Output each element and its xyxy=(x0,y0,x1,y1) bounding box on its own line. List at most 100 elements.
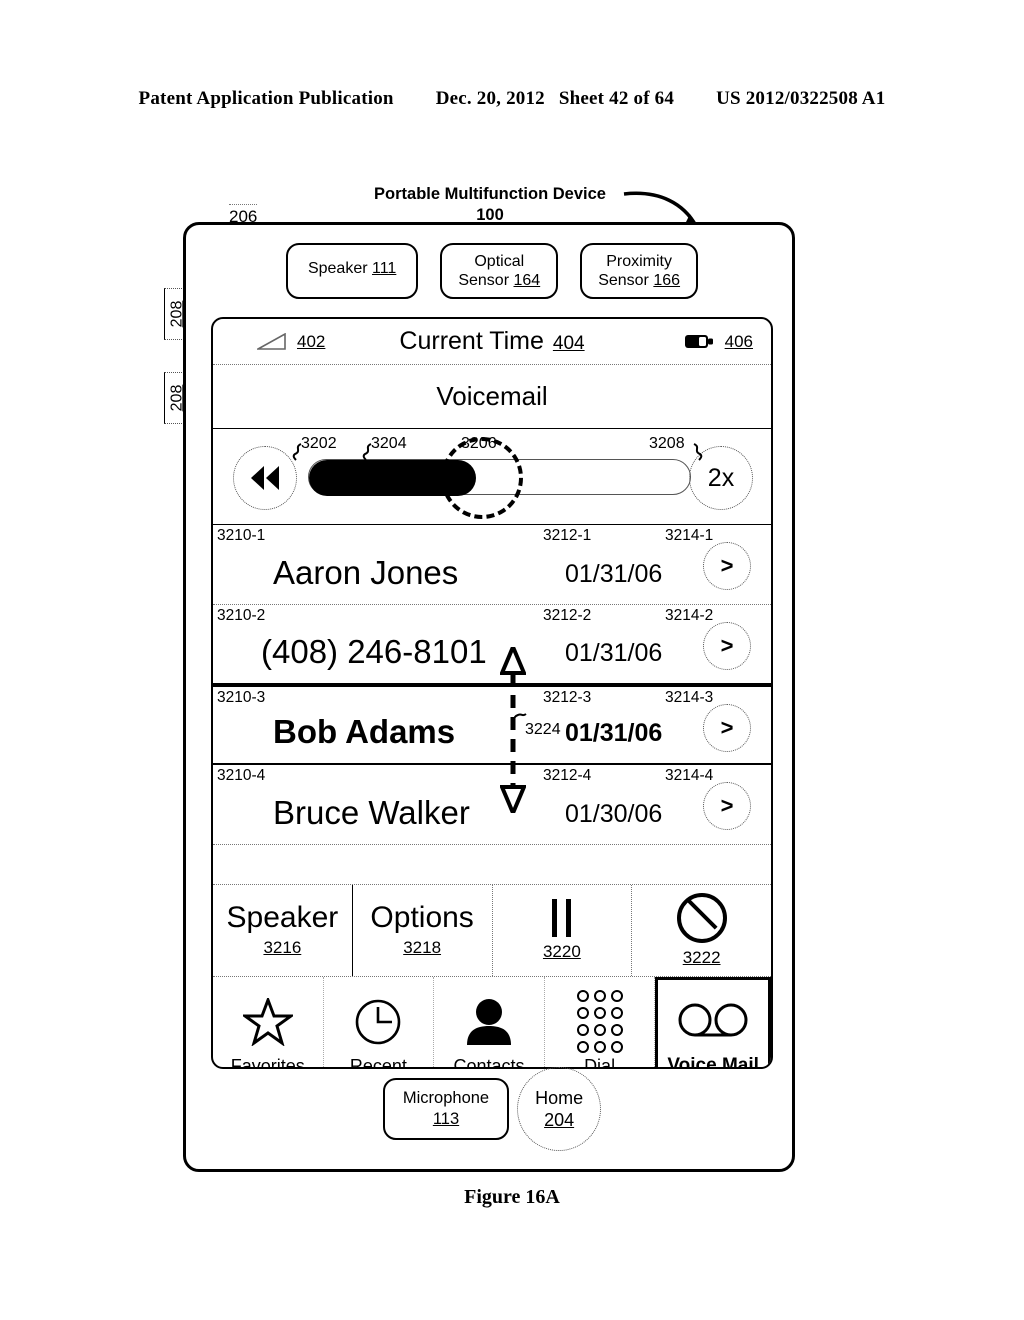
clock-icon xyxy=(354,996,402,1048)
battery-ref-406: 406 xyxy=(724,331,753,351)
home-button-label: Home xyxy=(535,1087,584,1108)
voicemail-name-3: Bob Adams xyxy=(273,713,456,750)
pause-icon xyxy=(552,899,572,937)
chevron-right-icon: > xyxy=(720,715,734,740)
ref-3218: 3218 xyxy=(403,938,442,957)
speaker-control-button[interactable]: Speaker 3216 xyxy=(213,885,353,976)
ref-3206: 3206 xyxy=(461,435,497,452)
speaker-sensor: Speaker 111 xyxy=(285,243,419,300)
home-button[interactable]: Home 204 xyxy=(517,1067,602,1151)
home-button-ref: 204 xyxy=(544,1110,575,1130)
touch-screen-3200a[interactable]: 402 Current Time 404 406 Voicemail 2x 32… xyxy=(211,317,773,1069)
ref-3222: 3222 xyxy=(682,948,721,967)
pause-control-button[interactable]: 3220 xyxy=(493,885,633,976)
optical-sensor-ref: 164 xyxy=(513,272,541,290)
patent-header: Patent Application Publication Dec. 20, … xyxy=(0,88,1024,110)
tab-dial[interactable]: Dial xyxy=(545,977,656,1067)
ref-3220: 3220 xyxy=(542,942,581,961)
voicemail-row-2[interactable]: 3210-2 3212-2 3214-2 (408) 246-8101 01/3… xyxy=(213,605,771,685)
status-bar-left: 402 xyxy=(257,332,325,352)
rewind-button-3202[interactable] xyxy=(233,446,297,510)
voicemail-detail-button-2[interactable]: > xyxy=(703,622,751,670)
proximity-sensor-ref: 166 xyxy=(653,272,681,290)
proximity-sensor-label-1: Proximity xyxy=(606,253,672,270)
ref-3210-3: 3210-3 xyxy=(217,689,266,706)
playback-scrubber-area: 2x 3202 3204 3206 3208 xyxy=(213,429,771,525)
signal-ref-402: 402 xyxy=(297,331,326,351)
tab-bar: Favorites Recent Contacts Dial Voice Mai… xyxy=(213,977,771,1067)
leader-squiggle-3204 xyxy=(362,443,372,461)
proximity-sensor-line2: Sensor 166 xyxy=(598,271,680,290)
playback-controls: Speaker 3216 Options 3218 3220 3222 xyxy=(213,885,771,977)
voicemail-row-1[interactable]: 3210-1 3212-1 3214-1 Aaron Jones 01/31/0… xyxy=(213,525,771,605)
ref-3224: 3224 xyxy=(525,721,561,738)
voicemail-icon xyxy=(678,995,748,1047)
ref-3208: 3208 xyxy=(649,435,685,452)
ref-3216: 3216 xyxy=(263,938,302,957)
signal-triangle-icon xyxy=(257,333,286,350)
rewind-icon xyxy=(251,466,279,490)
tab-recent[interactable]: Recent xyxy=(324,977,435,1067)
ref-3214-1: 3214-1 xyxy=(665,527,714,544)
list-spacer xyxy=(213,845,771,885)
ref-3212-2: 3212-2 xyxy=(543,607,592,624)
optical-sensor: Optical Sensor 164 xyxy=(440,243,559,300)
keypad-icon xyxy=(576,990,623,1053)
proximity-sensor-label-2: Sensor xyxy=(598,272,649,290)
voicemail-detail-button-4[interactable]: > xyxy=(703,782,751,830)
optical-sensor-line2: Sensor 164 xyxy=(458,271,540,290)
voicemail-date-2: 01/31/06 xyxy=(565,639,663,667)
voicemail-date-3: 01/31/06 xyxy=(565,719,663,747)
options-control-label: Options xyxy=(370,901,474,934)
ref-3210-4: 3210-4 xyxy=(217,767,266,784)
voicemail-detail-button-3[interactable]: > xyxy=(703,704,751,752)
options-control-button[interactable]: Options 3218 xyxy=(353,885,493,976)
voicemail-date-1: 01/31/06 xyxy=(565,560,663,588)
voicemail-name-4: Bruce Walker xyxy=(273,794,470,831)
proximity-sensor: Proximity Sensor 166 xyxy=(580,243,699,300)
chevron-right-icon: > xyxy=(720,633,734,658)
screen-title: Voicemail xyxy=(213,365,771,429)
microphone-label: Microphone xyxy=(402,1089,490,1108)
playback-speed-label: 2x xyxy=(707,463,735,492)
chevron-right-icon: > xyxy=(720,553,734,578)
voicemail-name-2: (408) 246-8101 xyxy=(261,633,487,670)
optical-sensor-label-2: Sensor xyxy=(458,272,510,290)
device-title-text: Portable Multifunction Device xyxy=(374,185,606,203)
voicemail-row-3[interactable]: 3210-3 3212-3 3214-3 Bob Adams 01/31/06 … xyxy=(213,685,771,765)
battery-icon xyxy=(684,335,713,348)
ref-3214-4: 3214-4 xyxy=(665,767,714,784)
ref-3204: 3204 xyxy=(371,435,407,452)
chevron-right-icon: > xyxy=(720,793,734,818)
tab-favorites[interactable]: Favorites xyxy=(213,977,324,1067)
portable-multifunction-device: Speaker 111 Optical Sensor 164 Proximity… xyxy=(183,222,795,1172)
ref-3214-2: 3214-2 xyxy=(665,607,714,624)
tab-contacts[interactable]: Contacts xyxy=(434,977,545,1067)
voicemail-detail-button-1[interactable]: > xyxy=(703,542,751,590)
delete-control-button[interactable]: 3222 xyxy=(632,885,771,976)
patent-number: US 2012/0322508 A1 xyxy=(716,88,886,109)
voicemail-list: 3210-1 3212-1 3214-1 Aaron Jones 01/31/0… xyxy=(213,525,771,845)
speaker-control-label: Speaker xyxy=(226,901,339,934)
figure-caption: Figure 16A xyxy=(464,1186,560,1208)
ref-3212-1: 3212-1 xyxy=(543,527,592,544)
star-icon xyxy=(242,996,293,1048)
ref-3210-1: 3210-1 xyxy=(217,527,266,544)
ref-3212-3: 3212-3 xyxy=(543,689,592,706)
voicemail-row-4[interactable]: 3210-4 3212-4 3214-4 Bruce Walker 01/30/… xyxy=(213,765,771,845)
ref-3214-3: 3214-3 xyxy=(665,689,714,706)
ref-3202: 3202 xyxy=(301,435,337,452)
publication-label: Patent Application Publication xyxy=(138,88,394,109)
sensor-row: Speaker 111 Optical Sensor 164 Proximity… xyxy=(186,243,798,300)
sheet-number: Sheet 42 of 64 xyxy=(558,88,675,109)
bottom-hardware-row: Microphone 113 Home 204 xyxy=(186,1067,798,1151)
leader-squiggle-3202 xyxy=(292,443,302,461)
device-title-callout: Portable Multifunction Device 100 xyxy=(330,184,650,227)
tab-voice-mail[interactable]: Voice Mail xyxy=(655,977,771,1067)
status-bar-right: 406 xyxy=(684,332,753,352)
speaker-label: Speaker xyxy=(307,260,368,277)
current-time-ref-404: 404 xyxy=(552,333,585,354)
status-bar: 402 Current Time 404 406 xyxy=(213,319,771,365)
ref-3212-4: 3212-4 xyxy=(543,767,592,784)
voicemail-name-1: Aaron Jones xyxy=(273,554,459,591)
